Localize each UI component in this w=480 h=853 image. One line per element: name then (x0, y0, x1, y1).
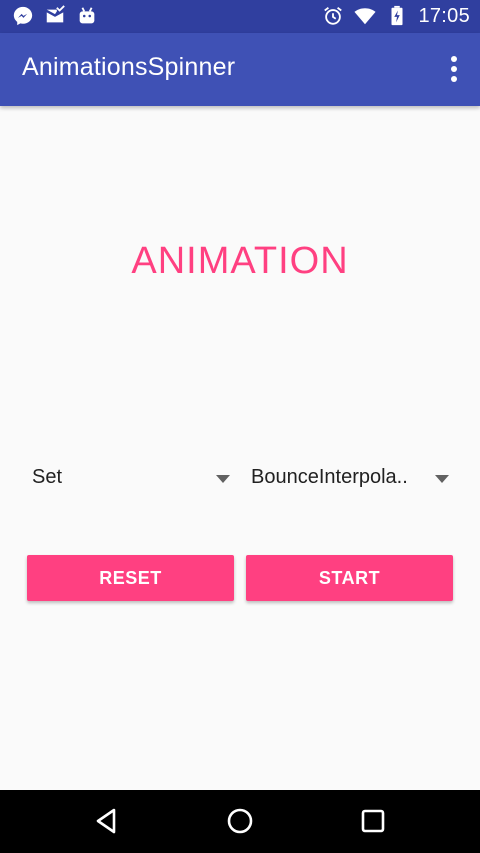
battery-charging-icon (391, 5, 403, 26)
home-icon[interactable] (225, 806, 255, 836)
interpolator-spinner[interactable]: BounceInterpola.. (245, 460, 455, 500)
android-icon (79, 7, 95, 24)
back-icon[interactable] (92, 806, 122, 836)
app-title: AnimationsSpinner (22, 53, 236, 81)
status-bar: 17:05 (0, 0, 480, 33)
wifi-icon (354, 8, 376, 25)
animation-text: ANIMATION (131, 240, 349, 282)
messenger-icon (13, 6, 33, 26)
spinner-selected-value: Set (32, 466, 63, 488)
alarm-icon (324, 7, 343, 25)
app-bar: AnimationsSpinner (0, 33, 480, 106)
reset-button[interactable]: RESET (27, 555, 234, 601)
recents-icon[interactable] (358, 806, 388, 836)
dropdown-arrow-icon (216, 475, 230, 483)
screen: 17:05 AnimationsSpinner ANIMATION Set Bo… (0, 0, 480, 853)
animation-type-spinner[interactable]: Set (26, 460, 236, 500)
status-time: 17:05 (418, 5, 470, 27)
navigation-bar (0, 790, 480, 853)
spinner-selected-value: BounceInterpola.. (251, 466, 408, 488)
start-button[interactable]: START (246, 555, 453, 601)
mail-icon (46, 5, 65, 23)
more-vert-icon[interactable] (442, 53, 466, 85)
dropdown-arrow-icon (435, 475, 449, 483)
